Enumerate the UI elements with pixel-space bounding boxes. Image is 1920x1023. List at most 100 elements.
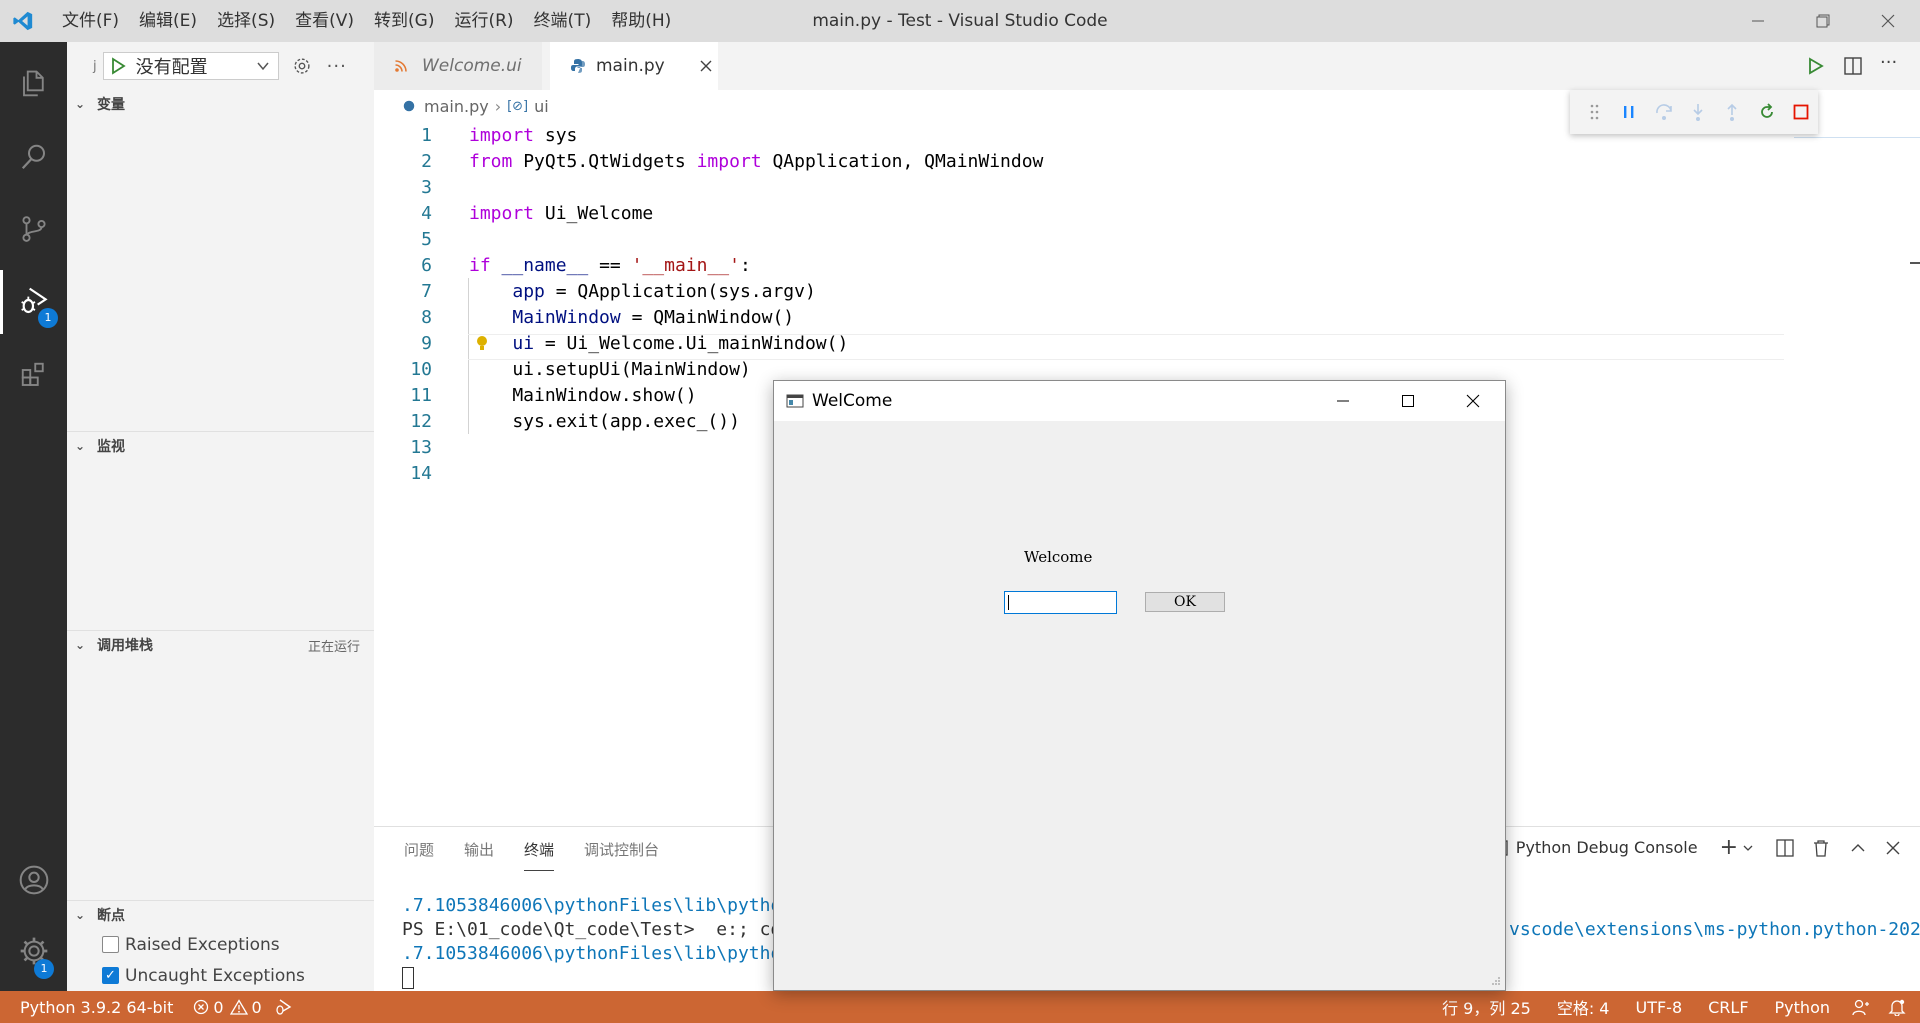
debug-badge: 1 (38, 308, 58, 328)
step-over-button[interactable] (1647, 94, 1681, 130)
cursor-position[interactable]: 行 9，列 25 (1432, 995, 1541, 1019)
breakpoints-title: 断点 (97, 908, 125, 924)
extensions-button[interactable] (0, 343, 67, 407)
welcome-label: Welcome (1024, 548, 1093, 566)
more-actions-icon[interactable]: ··· (327, 56, 347, 77)
lightbulb-icon[interactable] (474, 334, 490, 352)
welcome-dialog-window: WelCome Welcome OK (773, 380, 1506, 991)
trash-icon[interactable] (1812, 839, 1830, 857)
indentation[interactable]: 空格: 4 (1547, 995, 1620, 1019)
python-interpreter[interactable]: Python 3.9.2 64-bit (0, 998, 183, 1017)
run-python-file-icon[interactable] (1806, 56, 1826, 76)
notifications-icon[interactable] (1888, 998, 1906, 1016)
breakpoint-raised-exceptions[interactable]: Raised Exceptions (67, 929, 374, 960)
restart-icon (1760, 103, 1773, 118)
chevron-down-icon[interactable] (1742, 842, 1754, 854)
breadcrumb-file[interactable]: main.py (424, 97, 489, 116)
tab-welcome-ui[interactable]: Welcome.ui (374, 42, 542, 90)
config-select[interactable]: 没有配置 (102, 52, 279, 80)
explorer-button[interactable] (0, 52, 67, 116)
menu-file[interactable]: 文件(F) (52, 0, 129, 42)
dialog-close-button[interactable] (1440, 381, 1505, 421)
tab-problems[interactable]: 问题 (404, 839, 434, 871)
app-window-icon (786, 394, 804, 408)
language-mode[interactable]: Python (1765, 998, 1840, 1017)
terminal-selector[interactable]: Python Debug Console (1516, 838, 1698, 857)
line-number: 9 (421, 332, 432, 354)
menu-run[interactable]: 运行(R) (444, 0, 523, 42)
line-number: 10 (410, 358, 432, 380)
line-number: 6 (421, 254, 432, 276)
ok-button[interactable]: OK (1145, 592, 1225, 612)
split-editor-icon[interactable] (1843, 56, 1863, 76)
tab-terminal[interactable]: 终端 (524, 839, 555, 871)
menu-go[interactable]: 转到(G) (364, 0, 444, 42)
minimize-button[interactable] (1725, 0, 1790, 42)
open-launch-json-icon[interactable] (291, 55, 313, 77)
editor-more-actions-icon[interactable]: ··· (1880, 52, 1897, 73)
debug-status-icon[interactable] (274, 998, 294, 1016)
resize-grip-icon[interactable] (1491, 976, 1501, 986)
menu-terminal[interactable]: 终端(T) (524, 0, 602, 42)
python-file-icon (571, 59, 585, 73)
raised-exceptions-checkbox[interactable] (102, 936, 119, 953)
maximize-panel-icon[interactable] (1850, 840, 1866, 856)
accounts-button[interactable] (0, 848, 67, 912)
breakpoint-uncaught-exceptions[interactable]: ✓ Uncaught Exceptions (67, 960, 374, 991)
callstack-status: 正在运行 (307, 639, 360, 655)
maximize-icon (1401, 395, 1414, 407)
status-bar: Python 3.9.2 64-bit 0 0 行 9，列 25 空格: 4 U… (0, 991, 1920, 1023)
close-window-button[interactable] (1855, 0, 1920, 42)
breadcrumb-symbol[interactable]: ui (534, 97, 549, 116)
panel-actions: Python Debug Console + (1490, 835, 1900, 860)
start-debug-icon[interactable] (108, 56, 128, 76)
config-label: 没有配置 (135, 57, 208, 78)
breakpoints-header[interactable]: ⌄ 断点 (67, 901, 374, 929)
menu-view[interactable]: 查看(V) (285, 0, 364, 42)
editor-tabs: Welcome.ui main.py ··· (374, 42, 1920, 90)
step-out-button[interactable] (1715, 94, 1749, 130)
stop-button[interactable] (1784, 94, 1818, 130)
code-line: 2 from PyQt5.QtWidgets import QApplicatio… (374, 148, 1784, 174)
dialog-text-input[interactable] (1004, 591, 1117, 614)
menu-help[interactable]: 帮助(H) (601, 0, 681, 42)
line-number: 5 (421, 228, 432, 250)
close-tab-icon[interactable] (699, 59, 713, 73)
minimap[interactable] (1790, 122, 1920, 822)
restore-button[interactable] (1790, 0, 1855, 42)
dialog-title: WelCome (812, 391, 893, 411)
menu-edit[interactable]: 编辑(E) (129, 0, 207, 42)
run-debug-button[interactable]: 1 (0, 270, 67, 334)
terminal-line: PS E:\01_code\Qt_code\Test> e:; cd ' (402, 919, 803, 940)
new-terminal-icon[interactable]: + (1720, 835, 1738, 860)
encoding[interactable]: UTF-8 (1625, 998, 1692, 1017)
close-icon (1881, 14, 1894, 28)
watch-header[interactable]: ⌄ 监视 (67, 432, 374, 460)
split-terminal-icon[interactable] (1776, 838, 1794, 857)
close-panel-icon[interactable] (1886, 841, 1900, 855)
dialog-maximize-button[interactable] (1375, 381, 1440, 421)
line-number: 14 (410, 462, 432, 484)
tab-debug-console[interactable]: 调试控制台 (584, 839, 659, 871)
manage-button[interactable]: 1 (0, 919, 67, 983)
code-line: 8 MainWindow = QMainWindow() (374, 304, 1784, 330)
menu-selection[interactable]: 选择(S) (207, 0, 285, 42)
tab-output[interactable]: 输出 (464, 839, 494, 871)
step-into-button[interactable] (1681, 94, 1715, 130)
menu-bar: 文件(F) 编辑(E) 选择(S) 查看(V) 转到(G) 运行(R) 终端(T… (52, 0, 681, 42)
feedback-icon[interactable] (1852, 998, 1870, 1016)
callstack-header[interactable]: ⌄ 调用堆栈 正在运行 (67, 631, 374, 659)
pause-button[interactable] (1612, 94, 1646, 130)
search-button[interactable] (0, 125, 67, 189)
restart-button[interactable] (1749, 94, 1783, 130)
dialog-minimize-button[interactable] (1310, 381, 1375, 421)
problems-status[interactable]: 0 0 (183, 998, 271, 1017)
line-number: 11 (410, 384, 432, 406)
end-of-line[interactable]: CRLF (1698, 998, 1758, 1017)
variables-header[interactable]: ⌄ 变量 (67, 90, 374, 118)
uncaught-exceptions-checkbox[interactable]: ✓ (102, 967, 119, 984)
drag-handle[interactable] (1578, 94, 1612, 130)
source-control-button[interactable] (0, 197, 67, 261)
code-line: 7 app = QApplication(sys.argv) (374, 278, 1784, 304)
tab-main-py[interactable]: main.py (550, 42, 718, 90)
